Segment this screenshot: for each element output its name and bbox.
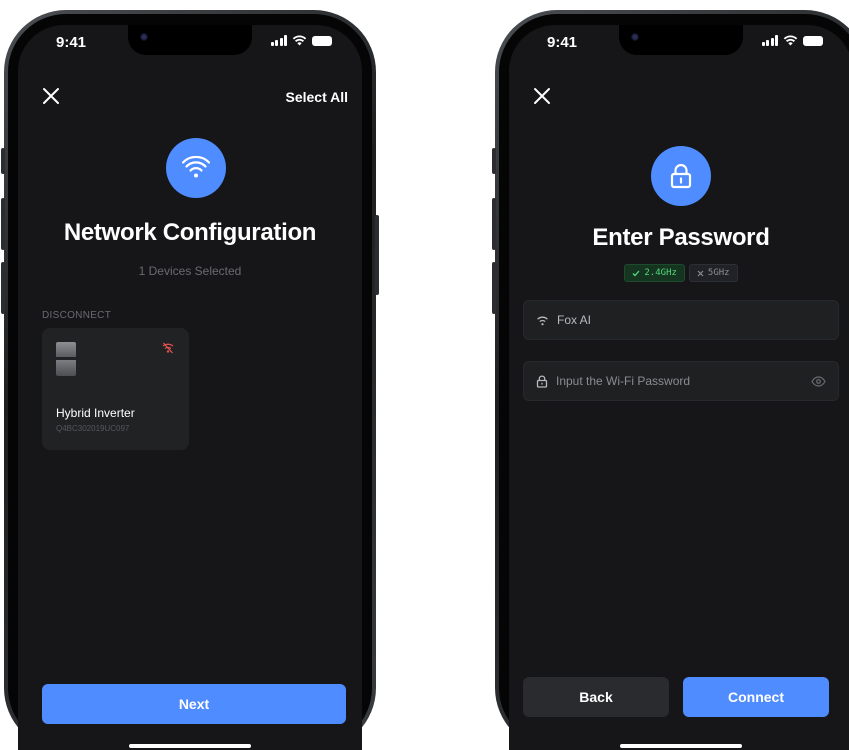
band-tag-2-4ghz: 2.4GHz (624, 264, 685, 282)
password-field[interactable]: Input the Wi-Fi Password (523, 361, 839, 401)
device-name: Hybrid Inverter (56, 406, 135, 420)
notch (128, 25, 252, 55)
band-tag-5ghz: 5GHz (688, 264, 738, 282)
status-icons (761, 35, 823, 46)
cellular-signal-icon (761, 35, 778, 46)
wifi-icon (182, 156, 210, 178)
ssid-field[interactable]: Fox AI (523, 300, 839, 340)
inverter-image (56, 342, 76, 376)
devices-selected-count: 1 Devices Selected (138, 264, 242, 278)
page-title: Network Configuration (63, 219, 317, 246)
band-tags: 2.4GHz 5GHz (509, 264, 849, 282)
lock-icon (670, 163, 692, 189)
camera (140, 33, 148, 41)
section-label-disconnect: DISCONNECT (42, 310, 112, 321)
eye-icon[interactable] (811, 375, 826, 387)
battery-icon (312, 35, 332, 46)
volume-up-button (492, 198, 496, 250)
battery-icon (803, 35, 823, 46)
ssid-value: Fox AI (557, 313, 592, 327)
select-all-button[interactable]: Select All (285, 89, 348, 105)
status-time: 9:41 (547, 34, 578, 51)
mute-switch (492, 148, 496, 174)
home-indicator (129, 744, 251, 748)
volume-up-button (1, 198, 5, 250)
cellular-signal-icon (270, 35, 287, 46)
band-label: 2.4GHz (644, 268, 677, 278)
volume-down-button (1, 262, 5, 314)
lock-badge (651, 146, 711, 206)
mute-switch (1, 148, 5, 174)
connect-button[interactable]: Connect (683, 677, 829, 717)
volume-down-button (492, 262, 496, 314)
wifi-icon (537, 316, 548, 325)
wifi-status-icon (783, 35, 798, 46)
network-configuration-screen: 9:41 Select All Network Configuration 1 … (18, 25, 362, 750)
device-card[interactable]: Hybrid Inverter Q4BC302019UC097 (42, 328, 189, 450)
enter-password-screen: 9:41 Enter Password 2.4GHz 5GHz Fox AI I… (509, 25, 849, 750)
status-icons (270, 35, 332, 46)
phone-frame-left: 9:41 Select All Network Configuration 1 … (1, 10, 379, 750)
home-indicator (620, 744, 742, 748)
close-icon[interactable] (533, 87, 551, 105)
wifi-badge (166, 138, 226, 198)
device-serial: Q4BC302019UC097 (56, 424, 130, 433)
password-placeholder: Input the Wi-Fi Password (556, 374, 691, 388)
band-label: 5GHz (707, 268, 730, 278)
wifi-off-icon (162, 342, 174, 354)
lock-icon (536, 375, 548, 388)
camera (631, 33, 639, 41)
next-button[interactable]: Next (42, 684, 346, 724)
notch (619, 25, 743, 55)
status-time: 9:41 (56, 34, 87, 51)
check-icon (632, 270, 640, 276)
cross-icon (697, 270, 704, 276)
close-icon[interactable] (42, 87, 60, 105)
page-title: Enter Password (592, 224, 770, 251)
back-button[interactable]: Back (523, 677, 669, 717)
wifi-status-icon (292, 35, 307, 46)
power-button (375, 215, 379, 295)
phone-frame-right: 9:41 Enter Password 2.4GHz 5GHz Fox AI I… (492, 10, 849, 750)
